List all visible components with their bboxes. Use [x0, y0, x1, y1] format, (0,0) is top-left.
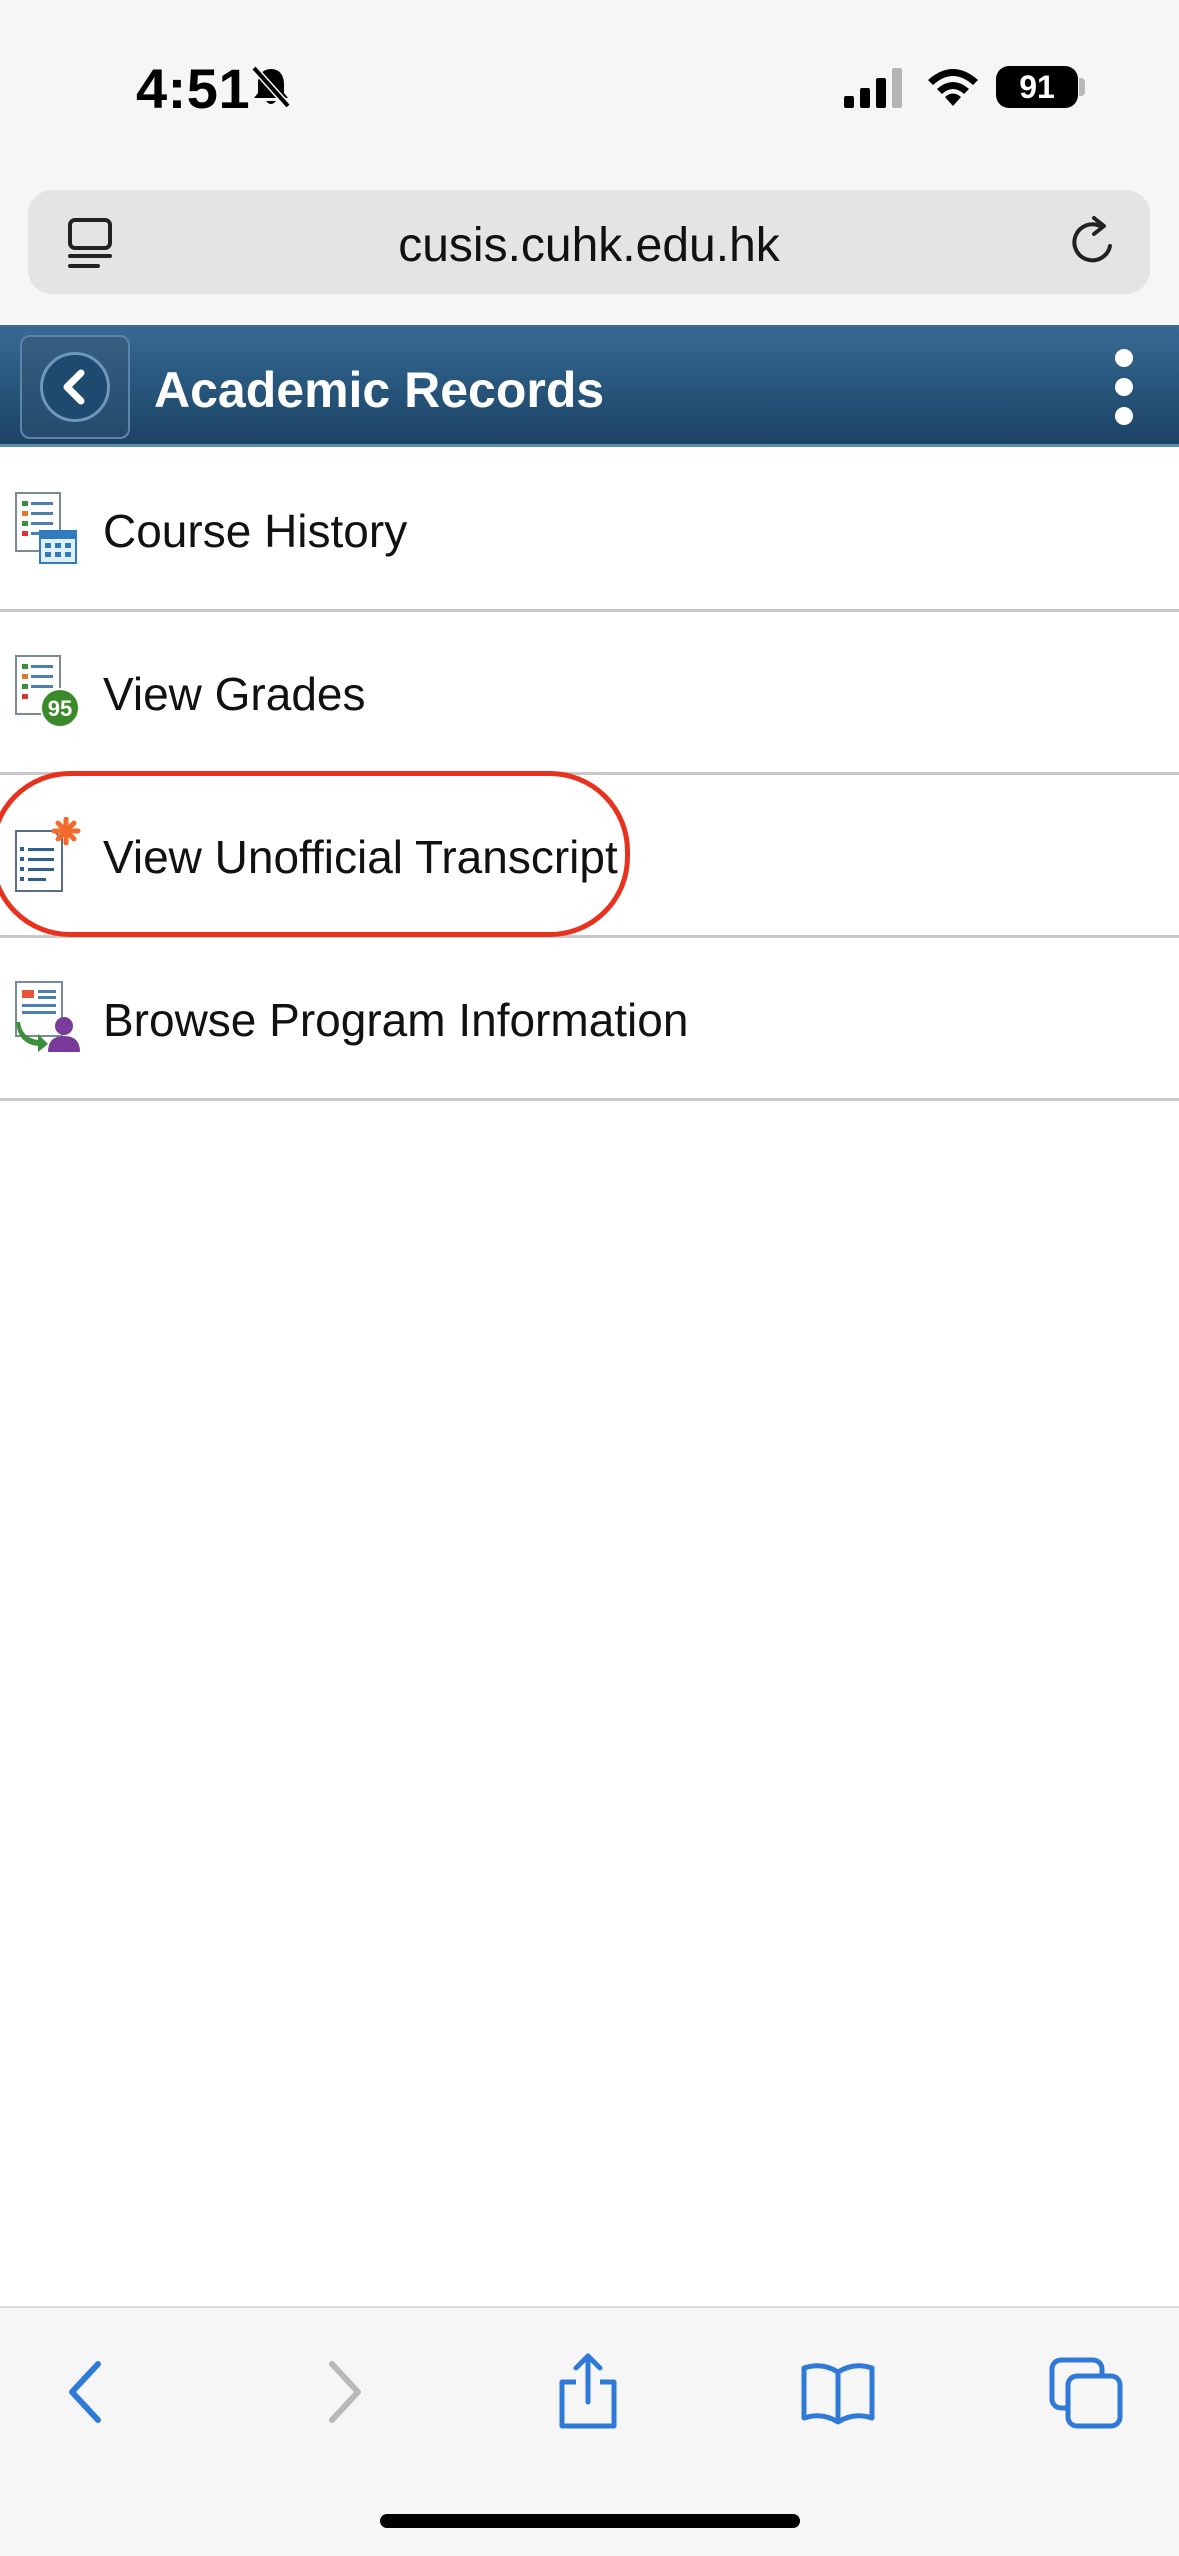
tabs-icon[interactable]	[1046, 2352, 1126, 2432]
academic-records-menu: Course History 95 View Grades View Unoff…	[0, 449, 1179, 1101]
back-button[interactable]	[20, 335, 130, 439]
back-circle	[40, 352, 110, 422]
share-icon[interactable]	[548, 2352, 628, 2432]
more-options-icon[interactable]	[1110, 349, 1138, 425]
kebab-dot	[1115, 407, 1133, 425]
menu-item-label: Course History	[103, 505, 408, 557]
bookmarks-icon[interactable]	[798, 2352, 878, 2432]
app-header: Academic Records	[0, 325, 1179, 447]
program-info-icon	[15, 981, 80, 1052]
menu-item-view-grades[interactable]: 95 View Grades	[0, 612, 1179, 775]
view-grades-icon: 95	[15, 655, 80, 728]
status-bar: 4:51 91	[0, 0, 1179, 170]
menu-item-browse-program-information[interactable]: Browse Program Information	[0, 938, 1179, 1101]
page-title: Academic Records	[154, 362, 605, 418]
battery-nub	[1079, 78, 1085, 96]
reload-icon[interactable]	[1066, 212, 1122, 270]
menu-item-view-unofficial-transcript[interactable]: View Unofficial Transcript	[0, 775, 1179, 938]
kebab-dot	[1115, 378, 1133, 396]
battery-indicator: 91	[996, 66, 1078, 108]
home-indicator[interactable]	[380, 2514, 800, 2528]
forward-arrow-icon[interactable]	[302, 2352, 382, 2432]
grade-badge-text: 95	[48, 696, 72, 721]
menu-item-course-history[interactable]: Course History	[0, 449, 1179, 612]
menu-item-label: View Grades	[103, 668, 366, 720]
transcript-icon	[15, 817, 81, 892]
chevron-left-icon	[63, 369, 85, 405]
battery-level: 91	[1019, 68, 1055, 105]
back-arrow-icon[interactable]	[48, 2352, 128, 2432]
wifi-icon	[928, 69, 978, 106]
address-bar[interactable]: cusis.cuhk.edu.hk	[28, 190, 1150, 294]
cellular-signal-icon	[844, 68, 902, 108]
menu-item-label: Browse Program Information	[103, 994, 689, 1046]
url-text[interactable]: cusis.cuhk.edu.hk	[28, 218, 1150, 273]
bell-off-icon	[251, 65, 291, 109]
kebab-dot	[1115, 349, 1133, 367]
menu-item-label: View Unofficial Transcript	[103, 831, 618, 883]
course-history-icon	[15, 492, 77, 564]
status-time: 4:51	[136, 57, 251, 120]
browser-chrome: 4:51 91 cusis.cuhk.edu.hk	[0, 0, 1179, 325]
